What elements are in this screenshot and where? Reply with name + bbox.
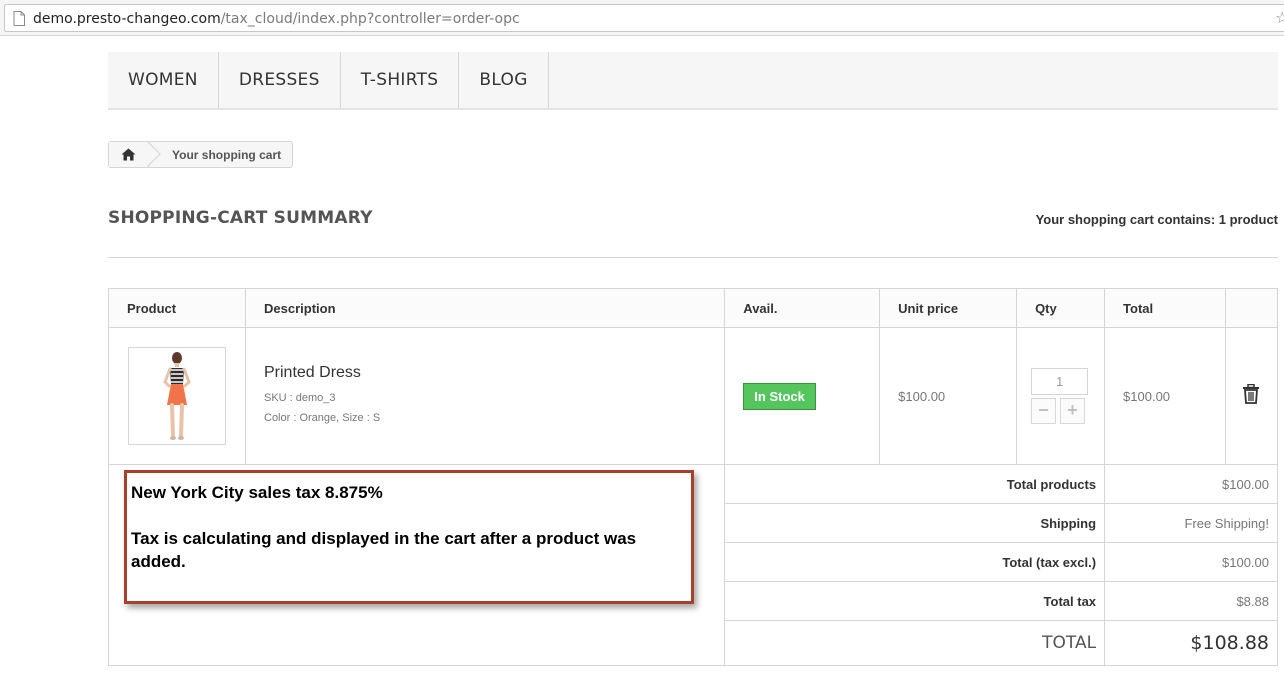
delete-cell (1224, 327, 1279, 465)
total-products-label: Total products (724, 464, 1106, 504)
grand-total-label: TOTAL (724, 620, 1106, 666)
header-avail: Avail. (724, 288, 881, 328)
total-products-value: $100.00 (1104, 464, 1278, 504)
quantity-stepper: − + (1031, 398, 1090, 424)
shipping-value: Free Shipping! (1104, 503, 1278, 543)
product-image[interactable] (128, 347, 226, 445)
heading-divider (108, 257, 1278, 258)
breadcrumb-home[interactable] (109, 141, 161, 167)
top-menu: WOMEN DRESSES T-SHIRTS BLOG (108, 52, 1278, 110)
cart-product-count: Your shopping cart contains: 1 product (1035, 212, 1278, 227)
url-field[interactable]: demo.presto-changeo.com/tax_cloud/index.… (4, 4, 1284, 32)
menu-item-blog[interactable]: BLOG (459, 52, 549, 108)
product-name-link[interactable]: Printed Dress (264, 364, 706, 382)
total-excl-tax-label: Total (tax excl.) (724, 542, 1106, 582)
breadcrumb: Your shopping cart (108, 141, 294, 168)
shipping-label: Shipping (724, 503, 1106, 543)
total-tax-label: Total tax (724, 581, 1106, 621)
table-row: Printed Dress SKU : demo_3 Color : Orang… (108, 327, 1279, 465)
header-unit-price: Unit price (879, 288, 1018, 328)
annotation-line-1: New York City sales tax 8.875% (131, 483, 383, 502)
header-description: Description (244, 288, 726, 328)
total-tax-value: $8.88 (1104, 581, 1278, 621)
menu-item-women[interactable]: WOMEN (108, 52, 219, 108)
product-description-cell: Printed Dress SKU : demo_3 Color : Orang… (244, 327, 726, 465)
unit-price-cell: $100.00 (879, 327, 1018, 465)
annotation-line-2: Tax is calculating and displayed in the … (131, 529, 637, 571)
header-empty (1224, 288, 1279, 328)
header-qty: Qty (1016, 288, 1106, 328)
quantity-cell: 1 − + (1016, 327, 1106, 465)
page-icon (13, 11, 25, 26)
browser-address-bar: demo.presto-changeo.com/tax_cloud/index.… (0, 0, 1284, 36)
page-title: SHOPPING-CART SUMMARY (108, 208, 373, 228)
menu-item-dresses[interactable]: DRESSES (219, 52, 341, 108)
trash-icon[interactable] (1242, 383, 1260, 404)
dress-model-image (163, 352, 191, 440)
product-image-cell (108, 327, 246, 465)
table-header-row: Product Description Avail. Unit price Qt… (108, 288, 1279, 328)
product-sku: SKU : demo_3 (264, 392, 336, 404)
quantity-input[interactable]: 1 (1031, 368, 1089, 395)
quantity-increase-button[interactable]: + (1060, 398, 1086, 424)
menu-item-tshirts[interactable]: T-SHIRTS (341, 52, 460, 108)
header-total: Total (1104, 288, 1226, 328)
url-text: demo.presto-changeo.com/tax_cloud/index.… (33, 11, 520, 27)
availability-cell: In Stock (724, 327, 881, 465)
breadcrumb-separator (135, 141, 161, 167)
quantity-decrease-button[interactable]: − (1031, 398, 1057, 424)
total-excl-tax-value: $100.00 (1104, 542, 1278, 582)
breadcrumb-current: Your shopping cart (172, 147, 282, 162)
in-stock-badge: In Stock (743, 382, 816, 410)
annotation-callout: New York City sales tax 8.875% Tax is ca… (124, 470, 694, 604)
header-product: Product (108, 288, 246, 328)
product-attributes[interactable]: Color : Orange, Size : S (264, 408, 706, 428)
home-icon (121, 148, 136, 161)
grand-total-value: $108.88 (1104, 620, 1278, 666)
bookmark-star-icon[interactable]: ☆ (1275, 11, 1284, 27)
item-total-cell: $100.00 (1104, 327, 1226, 465)
